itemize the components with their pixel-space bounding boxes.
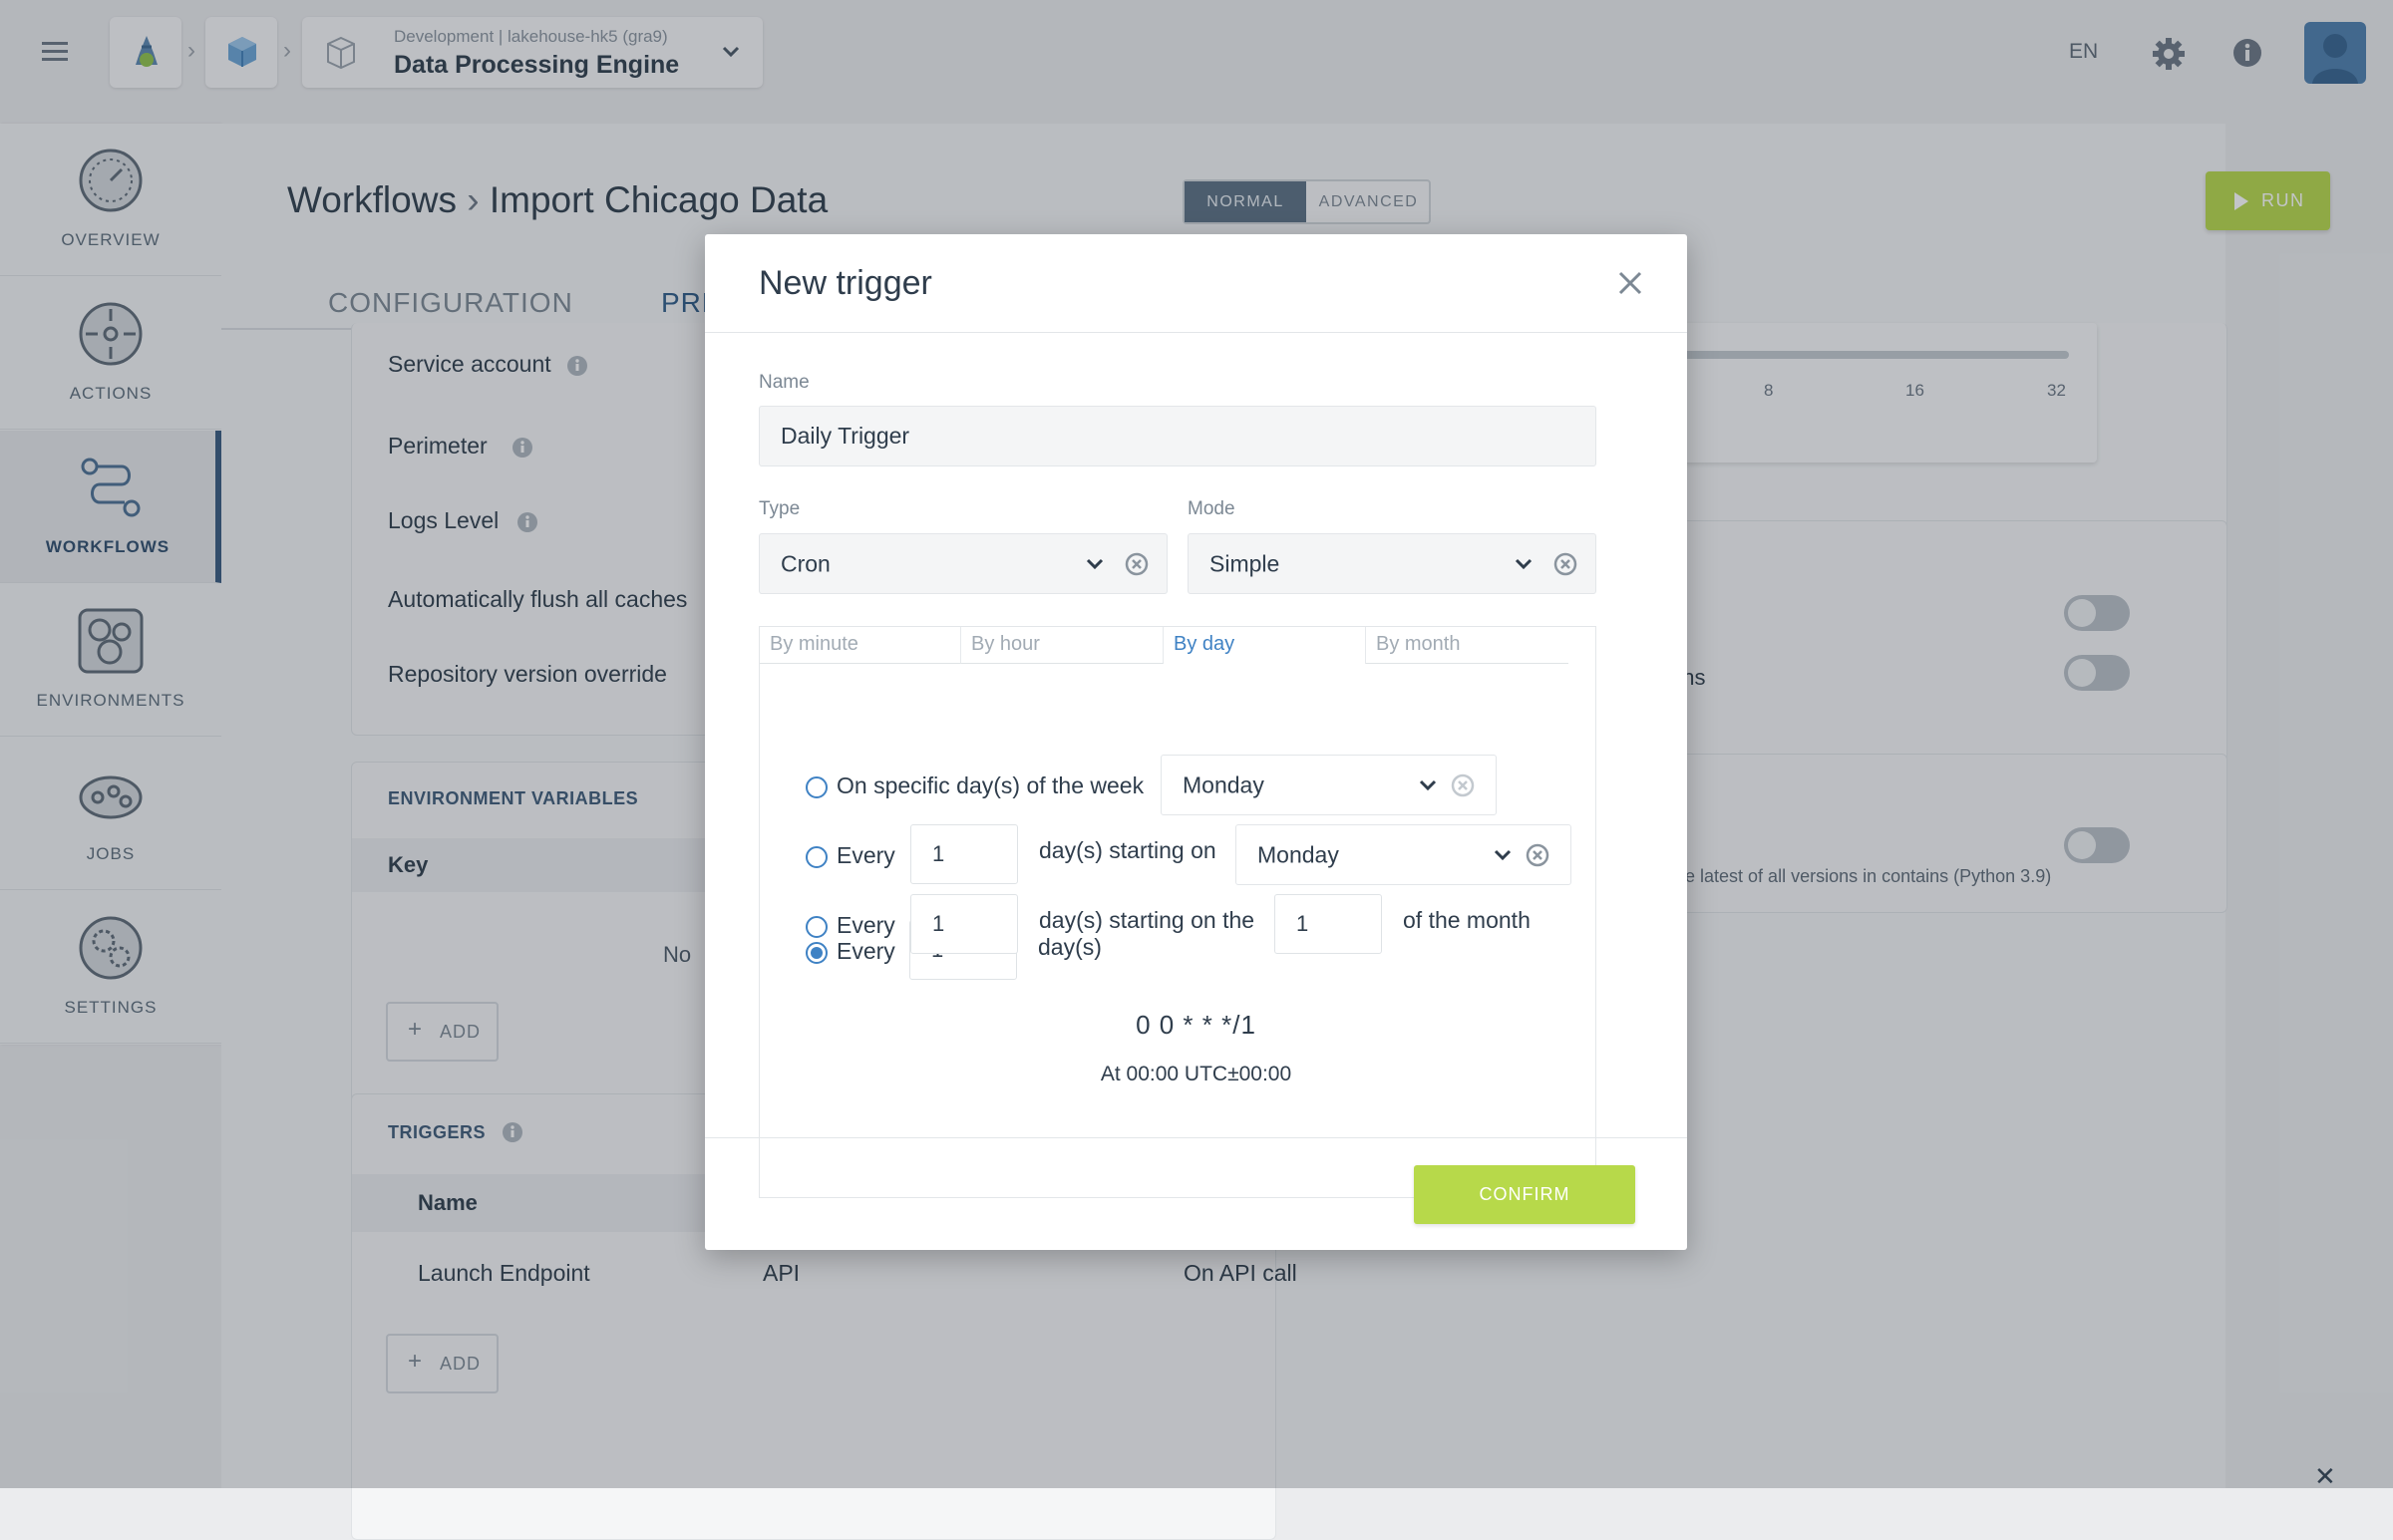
type-select-value: Cron (781, 550, 831, 576)
mode-select-value: Simple (1209, 550, 1280, 576)
every-n-days-from-monthday-input[interactable]: 1 (910, 894, 1018, 954)
every-n-days-suffix: day(s) (1038, 934, 1102, 960)
specific-weekday-radio[interactable] (806, 776, 828, 798)
tab-by-day[interactable]: By day (1164, 627, 1366, 664)
type-select[interactable]: Cron (759, 533, 1168, 594)
start-weekday-value: Monday (1257, 841, 1339, 867)
every-n-days-from-weekday-label: Every (837, 842, 895, 868)
close-icon[interactable] (1617, 270, 1643, 296)
every-n-days-label: Every (837, 938, 895, 964)
specific-weekday-value: Monday (1183, 771, 1264, 797)
specific-weekday-label: On specific day(s) of the week (837, 772, 1145, 798)
chevron-down-icon (1494, 849, 1512, 860)
specific-weekday-select[interactable]: Monday (1161, 755, 1497, 815)
tab-by-hour[interactable]: By hour (961, 627, 1164, 664)
clear-icon[interactable] (1125, 552, 1149, 576)
type-field-label: Type (759, 498, 801, 519)
every-n-days-from-monthday-suffix: of the month (1403, 907, 1531, 933)
dialog-title: New trigger (759, 264, 932, 302)
mode-select[interactable]: Simple (1188, 533, 1596, 594)
dialog-footer-divider (705, 1137, 1687, 1138)
every-n-days-from-monthday-mid: day(s) starting on the (1039, 907, 1255, 933)
every-n-days-from-weekday-radio[interactable] (806, 846, 828, 868)
chevron-down-icon (1086, 558, 1104, 569)
chevron-down-icon (1419, 779, 1437, 790)
every-n-days-from-monthday-radio[interactable] (806, 916, 828, 938)
start-weekday-select[interactable]: Monday (1235, 824, 1571, 885)
tab-by-month[interactable]: By month (1366, 627, 1568, 664)
month-day-input[interactable]: 1 (1274, 894, 1382, 954)
every-n-days-from-monthday-label: Every (837, 912, 895, 938)
every-n-days-from-weekday-input[interactable]: 1 (910, 824, 1018, 884)
name-field[interactable]: Daily Trigger (759, 406, 1596, 466)
tab-by-minute[interactable]: By minute (760, 627, 961, 664)
every-n-days-radio[interactable] (806, 942, 828, 964)
chevron-down-icon (1515, 558, 1533, 569)
name-field-label: Name (759, 372, 810, 393)
cron-expression: 0 0 * * */1 (1136, 1010, 1256, 1040)
bottom-close-icon[interactable]: ✕ (2314, 1461, 2336, 1492)
cron-description: At 00:00 UTC±00:00 (1100, 1063, 1292, 1085)
every-n-days-from-weekday-mid: day(s) starting on (1039, 837, 1216, 863)
new-trigger-dialog: New trigger Name Daily Trigger Type Cron… (705, 234, 1687, 1250)
confirm-button[interactable]: CONFIRM (1414, 1165, 1635, 1224)
mode-field-label: Mode (1188, 498, 1235, 519)
clear-icon[interactable] (1553, 552, 1577, 576)
dialog-header-divider (705, 332, 1687, 333)
clear-icon[interactable] (1451, 773, 1475, 797)
clear-icon[interactable] (1526, 843, 1549, 867)
